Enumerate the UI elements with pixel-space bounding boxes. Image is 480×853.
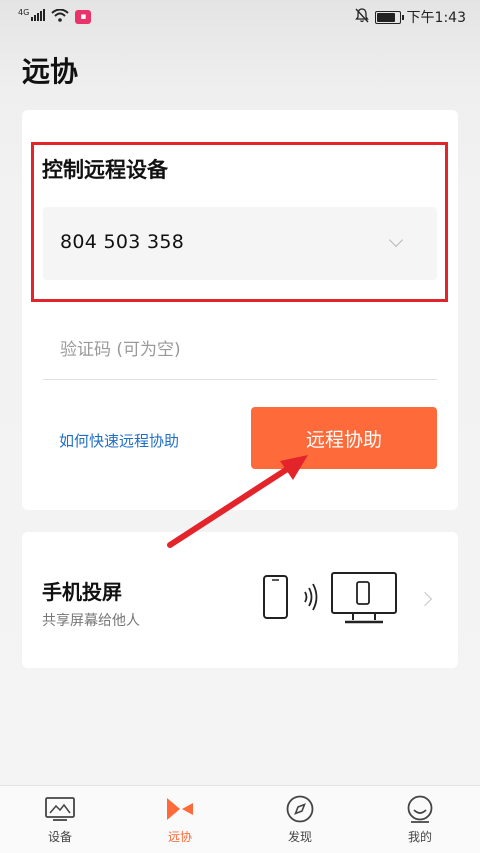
battery-icon [374,10,404,24]
monitor-icon [44,794,76,824]
network-type: 4G [18,7,30,17]
screen-cast-title: 手机投屏 [42,580,122,604]
remote-assist-icon [164,794,196,824]
control-remote-title: 控制远程设备 [42,158,168,182]
nav-item-devices[interactable]: 设备 [0,786,120,853]
page-title: 远协 [22,55,79,88]
status-right: 下午1:43 [354,7,466,27]
chevron-down-icon[interactable] [388,232,404,248]
help-link[interactable]: 如何快速远程协助 [59,430,179,451]
monitor-icon [331,572,397,624]
signal-icon [31,9,46,25]
screen-cast-subtitle: 共享屏幕给他人 [42,613,140,629]
verification-code-input[interactable] [43,320,437,380]
nav-label-profile: 我的 [407,830,432,844]
mute-bell-icon [354,7,369,27]
nav-item-profile[interactable]: 我的 [360,786,480,853]
cast-illustration [260,570,402,632]
status-bar: 4G ▪ 下午1:43 [0,0,480,34]
nav-label-discover: 发现 [287,830,312,844]
app-notification-icon: ▪ [75,10,92,24]
chevron-right-icon [417,591,433,607]
nav-label-devices: 设备 [47,830,72,844]
signal-waves-icon [304,583,318,611]
profile-icon [404,794,436,824]
device-id-select[interactable]: 804 503 358 [43,207,437,280]
control-remote-card: 控制远程设备 804 503 358 如何快速远程协助 远程协助 [22,110,458,510]
nav-label-remote-assist: 远协 [167,830,192,844]
bottom-nav: 设备 远协 发现 我的 [0,785,480,853]
phone-icon [263,575,288,619]
status-left: 4G ▪ [18,7,92,26]
screen-cast-card[interactable]: 手机投屏 共享屏幕给他人 [22,532,458,668]
remote-assist-button[interactable]: 远程协助 [251,407,437,469]
compass-icon [284,794,316,824]
device-id-value: 804 503 358 [60,231,185,253]
nav-item-discover[interactable]: 发现 [240,786,360,853]
status-time: 下午1:43 [406,10,466,26]
nav-item-remote-assist[interactable]: 远协 [120,786,240,853]
wifi-icon [51,8,69,26]
